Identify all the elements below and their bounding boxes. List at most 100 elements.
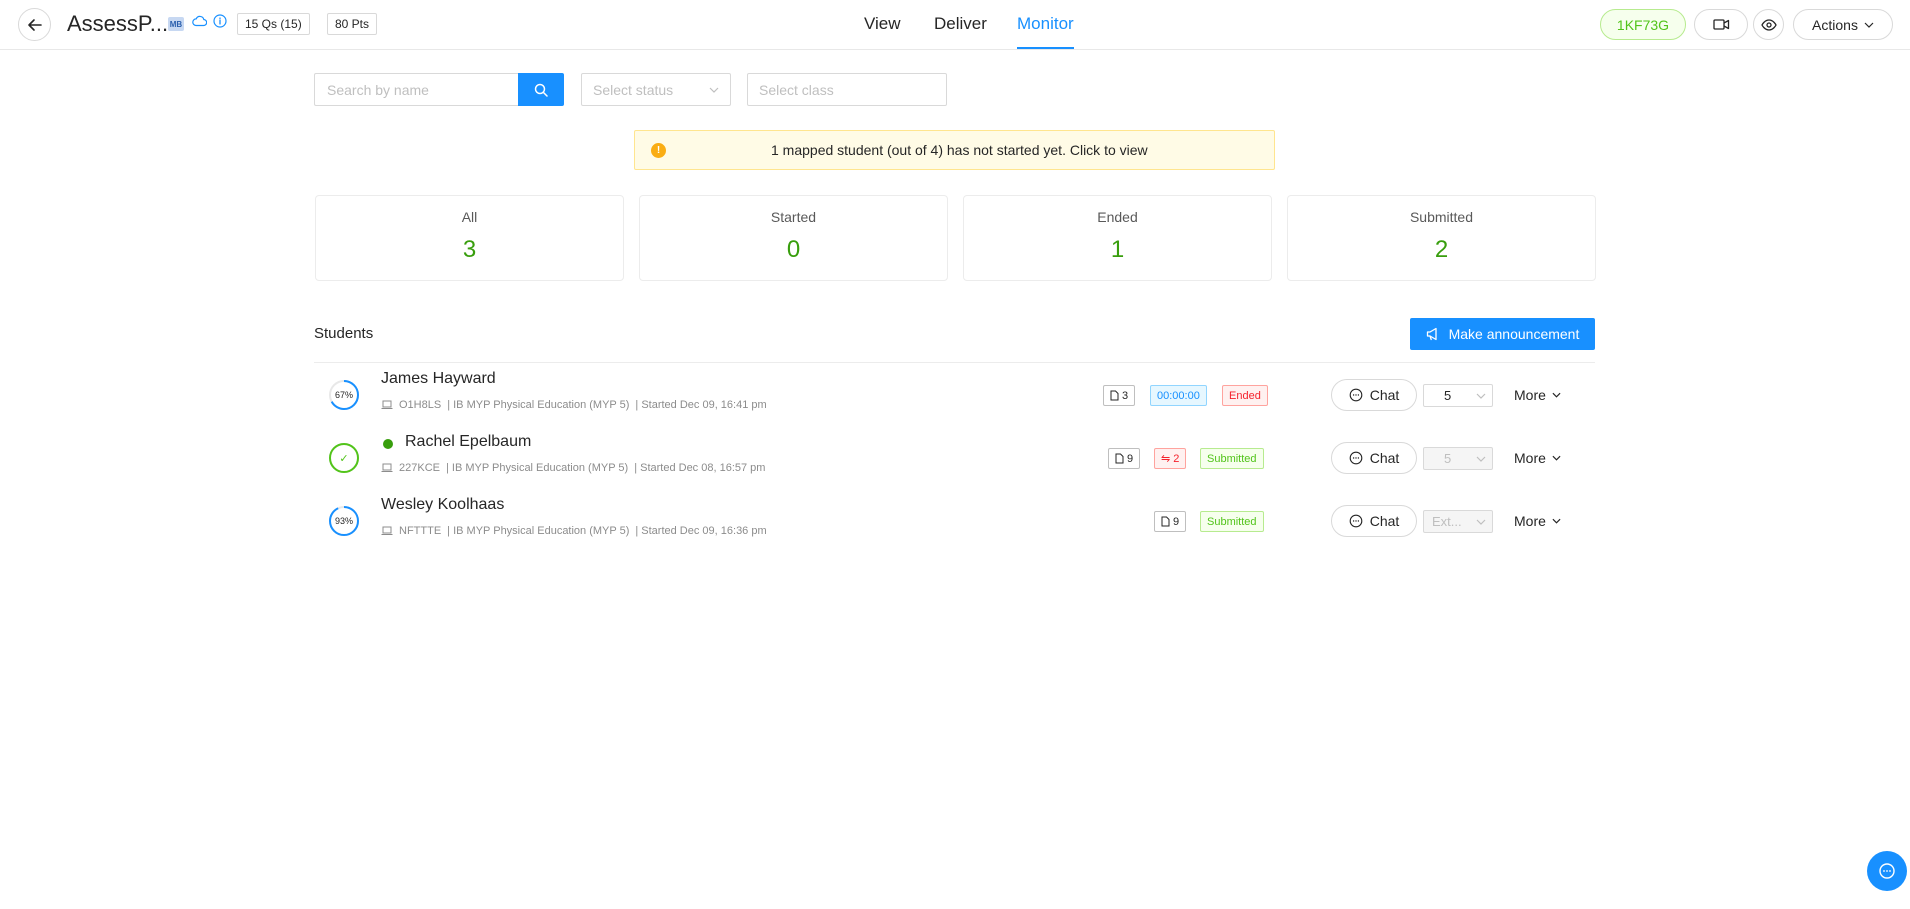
announce-label: Make announcement xyxy=(1448,326,1580,342)
students-heading: Students xyxy=(314,325,374,342)
student-class: | IB MYP Physical Education (MYP 5) xyxy=(447,525,630,537)
student-name[interactable]: James Hayward xyxy=(381,370,496,388)
extension-value: 5 xyxy=(1444,451,1452,466)
stat-card-submitted[interactable]: Submitted 2 xyxy=(1287,195,1596,281)
arrow-left-icon xyxy=(27,18,42,31)
student-class: | IB MYP Physical Education (MYP 5) xyxy=(445,462,629,474)
stat-label: Started xyxy=(770,209,817,225)
progress-percent: 93% xyxy=(334,516,353,526)
tab-view[interactable]: View xyxy=(864,14,901,34)
extension-value: 5 xyxy=(1444,388,1452,403)
student-name[interactable]: Rachel Epelbaum xyxy=(405,433,531,451)
preview-button[interactable] xyxy=(1753,9,1784,40)
not-started-alert[interactable]: ! 1 mapped student (out of 4) has not st… xyxy=(634,130,1275,170)
stat-value: 3 xyxy=(462,236,477,263)
more-dropdown[interactable]: More xyxy=(1514,387,1561,403)
search-input[interactable] xyxy=(314,73,519,106)
stat-card-ended[interactable]: Ended 1 xyxy=(963,195,1272,281)
top-header: AssessP... MB 15 Qs (15) 80 Pts View Del… xyxy=(0,0,1910,50)
documents-count: 9 xyxy=(1173,515,1180,528)
documents-badge[interactable]: 9 xyxy=(1108,448,1141,469)
class-select[interactable]: Select class xyxy=(747,73,947,106)
chat-label: Chat xyxy=(1369,387,1400,403)
stat-card-all[interactable]: All 3 xyxy=(315,195,624,281)
student-row: ✓ Rachel Epelbaum 227KCE | IB MYP Physic… xyxy=(314,428,1595,488)
student-started: | Started Dec 08, 16:57 pm xyxy=(634,462,766,474)
more-dropdown[interactable]: More xyxy=(1514,450,1561,466)
exclamation-icon: ! xyxy=(651,143,666,158)
stat-label: Ended xyxy=(1097,209,1138,225)
student-name[interactable]: Wesley Koolhaas xyxy=(381,496,504,514)
back-button[interactable] xyxy=(18,8,51,41)
chat-icon xyxy=(1349,451,1363,465)
student-started: | Started Dec 09, 16:36 pm xyxy=(635,525,767,537)
more-label: More xyxy=(1514,450,1546,466)
chevron-down-icon xyxy=(1476,393,1486,399)
progress-ring: ✓ xyxy=(328,442,360,474)
documents-count: 9 xyxy=(1127,452,1134,465)
more-label: More xyxy=(1514,387,1546,403)
chevron-down-icon xyxy=(1864,22,1874,28)
make-announcement-button[interactable]: Make announcement xyxy=(1410,318,1595,350)
stat-card-started[interactable]: Started 0 xyxy=(639,195,948,281)
laptop-icon xyxy=(381,463,393,472)
student-code: O1H8LS xyxy=(399,399,442,411)
status-select[interactable]: Select status xyxy=(581,73,731,106)
chevron-down-icon xyxy=(1552,518,1561,524)
tab-switch-badge[interactable]: ⇋ 2 xyxy=(1154,448,1187,469)
chat-icon xyxy=(1349,514,1363,528)
assessment-title[interactable]: AssessP... xyxy=(67,11,168,37)
documents-count: 3 xyxy=(1122,389,1129,402)
video-camera-icon xyxy=(1712,19,1729,30)
stat-label: Submitted xyxy=(1409,209,1474,225)
help-chat-button[interactable] xyxy=(1867,851,1907,891)
progress-percent: 67% xyxy=(334,390,353,400)
megaphone-icon xyxy=(1426,327,1437,341)
chat-button[interactable]: Chat xyxy=(1331,379,1417,411)
video-button[interactable] xyxy=(1694,9,1748,40)
chat-button[interactable]: Chat xyxy=(1331,505,1417,537)
documents-badge[interactable]: 9 xyxy=(1154,511,1187,532)
extension-select[interactable]: 5 xyxy=(1423,384,1493,407)
laptop-icon xyxy=(381,526,393,535)
chevron-down-icon xyxy=(1552,455,1561,461)
stat-label: All xyxy=(461,209,478,225)
info-icon[interactable] xyxy=(213,14,227,28)
actions-label: Actions xyxy=(1812,16,1858,33)
documents-badge[interactable]: 3 xyxy=(1103,385,1136,406)
file-icon xyxy=(1161,516,1170,527)
actions-dropdown[interactable]: Actions xyxy=(1793,9,1893,40)
timer-badge: 00:00:00 xyxy=(1150,385,1207,406)
stat-value: 2 xyxy=(1434,236,1449,263)
more-dropdown[interactable]: More xyxy=(1514,513,1561,529)
tab-monitor[interactable]: Monitor xyxy=(1017,14,1074,34)
search-button[interactable] xyxy=(518,73,564,106)
extension-select: 5 xyxy=(1423,447,1493,470)
chevron-down-icon xyxy=(1476,519,1486,525)
eye-icon xyxy=(1760,18,1777,31)
status-select-placeholder: Select status xyxy=(593,81,674,98)
progress-ring: 67% xyxy=(328,379,360,411)
extension-select: Ext... xyxy=(1423,510,1493,533)
tab-deliver[interactable]: Deliver xyxy=(934,14,987,34)
file-icon xyxy=(1110,390,1119,401)
extension-value: Ext... xyxy=(1432,514,1462,529)
student-meta: O1H8LS | IB MYP Physical Education (MYP … xyxy=(381,399,767,411)
class-select-placeholder: Select class xyxy=(759,81,834,98)
chat-button[interactable]: Chat xyxy=(1331,442,1417,474)
join-code[interactable]: 1KF73G xyxy=(1600,9,1686,40)
student-row: 93% Wesley Koolhaas NFTTTE | IB MYP Phys… xyxy=(314,491,1595,551)
status-badge: Submitted xyxy=(1200,511,1264,532)
swap-icon: ⇋ xyxy=(1161,453,1171,465)
chevron-down-icon xyxy=(1476,456,1486,462)
chat-label: Chat xyxy=(1369,513,1400,529)
student-row: 67% James Hayward O1H8LS | IB MYP Physic… xyxy=(314,365,1595,425)
divider xyxy=(314,362,1595,363)
student-meta: 227KCE | IB MYP Physical Education (MYP … xyxy=(381,462,765,474)
laptop-icon xyxy=(381,400,393,409)
mb-badge: MB xyxy=(168,17,184,31)
file-icon xyxy=(1115,453,1124,464)
student-class: | IB MYP Physical Education (MYP 5) xyxy=(447,399,630,411)
questions-count: 15 Qs (15) xyxy=(237,13,310,35)
chat-label: Chat xyxy=(1369,450,1400,466)
